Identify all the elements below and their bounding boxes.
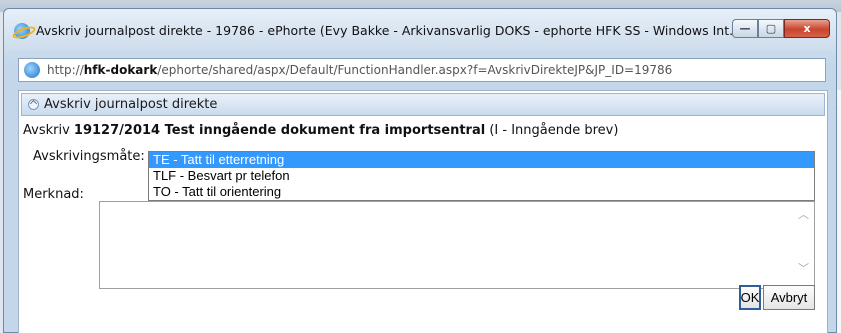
option-to[interactable]: TO - Tatt til orientering (149, 184, 814, 200)
window-controls: — ▢ x (732, 19, 830, 38)
chevron-up-icon[interactable]: ︿ (798, 206, 809, 222)
ok-button[interactable]: OK (739, 285, 761, 310)
cancel-button[interactable]: Avbryt (763, 285, 815, 310)
panel-header[interactable]: Avskriv journalpost direkte (21, 93, 825, 116)
journalpost-subject: Avskriv 19127/2014 Test inngående dokume… (23, 123, 619, 138)
window-title: Avskriv journalpost direkte - 19786 - eP… (36, 23, 742, 38)
dialog-content: Avskriv journalpost direkte Avskriv 1912… (18, 90, 828, 333)
option-tlf[interactable]: TLF - Besvart pr telefon (149, 168, 814, 184)
chevron-down-icon[interactable]: ﹀ (798, 260, 809, 276)
minimize-button[interactable]: — (732, 19, 758, 38)
option-te[interactable]: TE - Tatt til etterretning (149, 152, 814, 168)
panel-title: Avskriv journalpost direkte (44, 97, 218, 112)
address-bar[interactable]: http://hfk-dokark/ephorte/shared/aspx/De… (18, 58, 826, 82)
merknad-textarea[interactable]: ︿ ﹀ (99, 201, 815, 289)
maximize-button[interactable]: ▢ (758, 19, 784, 38)
close-button[interactable]: x (784, 19, 830, 38)
address-url[interactable]: http://hfk-dokark/ephorte/shared/aspx/De… (47, 63, 672, 77)
popup-window: Avskriv journalpost direkte - 19786 - eP… (3, 8, 837, 333)
ie-icon (14, 23, 30, 39)
collapse-icon[interactable] (28, 99, 39, 110)
avskrivingsmate-label: Avskrivingsmåte: (33, 149, 145, 164)
ie-page-icon (24, 62, 40, 78)
merknad-label: Merknad: (23, 187, 84, 202)
textarea-scrollbar[interactable]: ︿ ﹀ (794, 202, 814, 288)
title-bar[interactable]: Avskriv journalpost direkte - 19786 - eP… (4, 9, 836, 51)
avskrivingsmate-listbox[interactable]: TE - Tatt til etterretning TLF - Besvart… (148, 151, 815, 201)
